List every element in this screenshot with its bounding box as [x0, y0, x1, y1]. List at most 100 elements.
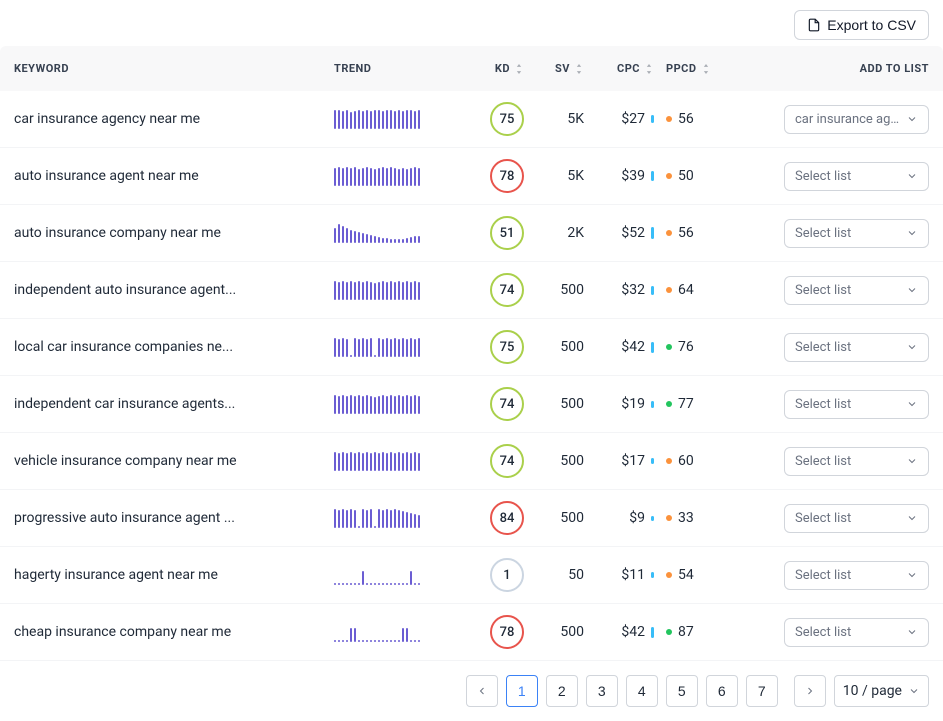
- chevron-right-icon: [804, 685, 816, 697]
- sv-value: 500: [560, 453, 584, 469]
- add-to-list-select[interactable]: Select list: [784, 561, 929, 590]
- col-keyword[interactable]: KEYWORD: [14, 62, 334, 75]
- kd-badge: 78: [490, 159, 524, 193]
- add-to-list-select[interactable]: Select list: [784, 333, 929, 362]
- table-header: KEYWORD TREND KD SV CPC PPCD ADD TO LIST: [0, 46, 943, 91]
- kd-badge: 74: [490, 387, 524, 421]
- sv-value: 5K: [567, 168, 584, 184]
- cpc-value: $9: [629, 510, 645, 526]
- ppcd-value: 64: [678, 282, 694, 298]
- chevron-down-icon: [906, 284, 918, 296]
- add-to-list-select[interactable]: Select list: [784, 447, 929, 476]
- kd-badge: 51: [490, 216, 524, 250]
- col-cpc[interactable]: CPC: [584, 62, 654, 75]
- trend-sparkline: [334, 166, 434, 186]
- file-icon: [807, 18, 821, 32]
- per-page-label: 10 / page: [843, 683, 902, 699]
- add-to-list-label: Select list: [795, 340, 851, 355]
- page-button-6[interactable]: 6: [706, 675, 738, 707]
- add-to-list-select[interactable]: car insurance age…: [784, 105, 929, 134]
- keyword-text[interactable]: progressive auto insurance agent ...: [14, 510, 235, 526]
- ppcd-dot: [666, 629, 672, 635]
- sort-icon: [514, 64, 524, 74]
- page-button-5[interactable]: 5: [666, 675, 698, 707]
- page-next-button[interactable]: [794, 675, 826, 707]
- page-prev-button[interactable]: [466, 675, 498, 707]
- add-to-list-select[interactable]: Select list: [784, 618, 929, 647]
- table-row: independent auto insurance agent...74500…: [0, 262, 943, 319]
- export-csv-button[interactable]: Export to CSV: [794, 10, 929, 40]
- cpc-value: $39: [621, 168, 645, 184]
- ppcd-dot: [666, 401, 672, 407]
- col-sv[interactable]: SV: [524, 62, 584, 75]
- sort-icon: [574, 64, 584, 74]
- ppcd-value: 60: [678, 453, 694, 469]
- page-button-4[interactable]: 4: [626, 675, 658, 707]
- keyword-text[interactable]: independent auto insurance agent...: [14, 282, 236, 298]
- add-to-list-select[interactable]: Select list: [784, 219, 929, 248]
- chevron-down-icon: [906, 455, 918, 467]
- ppcd-dot: [666, 116, 672, 122]
- keyword-text[interactable]: vehicle insurance company near me: [14, 453, 237, 469]
- chevron-down-icon: [906, 512, 918, 524]
- trend-sparkline: [334, 109, 434, 129]
- col-trend: TREND: [334, 62, 454, 75]
- trend-sparkline: [334, 565, 434, 585]
- table-row: auto insurance agent near me 78 5K $39 50 Sel…: [0, 148, 943, 205]
- col-ppcd[interactable]: PPCD: [654, 62, 744, 75]
- keyword-text[interactable]: local car insurance companies ne...: [14, 339, 233, 355]
- add-to-list-label: Select list: [795, 454, 851, 469]
- ppcd-dot: [666, 515, 672, 521]
- keyword-text[interactable]: independent car insurance agents...: [14, 396, 235, 412]
- cpc-value: $42: [621, 339, 645, 355]
- ppcd-dot: [666, 230, 672, 236]
- kd-badge: 84: [490, 501, 524, 535]
- chevron-down-icon: [906, 113, 918, 125]
- trend-sparkline: [334, 337, 434, 357]
- page-button-2[interactable]: 2: [546, 675, 578, 707]
- trend-sparkline: [334, 394, 434, 414]
- page-button-3[interactable]: 3: [586, 675, 618, 707]
- keyword-table: KEYWORD TREND KD SV CPC PPCD ADD TO LIST…: [0, 46, 943, 661]
- add-to-list-label: Select list: [795, 625, 851, 640]
- sv-value: 500: [560, 339, 584, 355]
- add-to-list-label: Select list: [795, 169, 851, 184]
- kd-badge: 74: [490, 273, 524, 307]
- kd-badge: 78: [490, 615, 524, 649]
- kd-badge: 75: [490, 330, 524, 364]
- ppcd-value: 76: [678, 339, 694, 355]
- trend-sparkline: [334, 451, 434, 471]
- ppcd-value: 50: [678, 168, 694, 184]
- cpc-value: $17: [621, 453, 645, 469]
- add-to-list-select[interactable]: Select list: [784, 504, 929, 533]
- keyword-text[interactable]: cheap insurance company near me: [14, 624, 231, 640]
- ppcd-value: 77: [678, 396, 694, 412]
- table-row: auto insurance company near me512K$5256S…: [0, 205, 943, 262]
- sv-value: 2K: [567, 225, 584, 241]
- chevron-down-icon: [908, 685, 920, 697]
- ppcd-value: 56: [678, 111, 694, 127]
- table-row: cheap insurance company near me78500$428…: [0, 604, 943, 661]
- page-button-1[interactable]: 1: [506, 675, 538, 707]
- keyword-text[interactable]: auto insurance company near me: [14, 225, 221, 241]
- table-row: hagerty insurance agent near me150$1154S…: [0, 547, 943, 604]
- sort-icon: [644, 64, 654, 74]
- export-csv-label: Export to CSV: [827, 17, 916, 33]
- chevron-down-icon: [906, 170, 918, 182]
- pagination: 1234567 10 / page: [0, 661, 943, 721]
- per-page-select[interactable]: 10 / page: [834, 675, 929, 707]
- page-button-7[interactable]: 7: [746, 675, 778, 707]
- add-to-list-select[interactable]: Select list: [784, 390, 929, 419]
- keyword-text[interactable]: car insurance agency near me: [14, 111, 200, 127]
- ppcd-value: 56: [678, 225, 694, 241]
- add-to-list-select[interactable]: Select list: [784, 276, 929, 305]
- kd-badge: 1: [490, 558, 524, 592]
- add-to-list-label: Select list: [795, 568, 851, 583]
- chevron-down-icon: [906, 341, 918, 353]
- chevron-down-icon: [906, 398, 918, 410]
- add-to-list-select[interactable]: Select list: [784, 162, 929, 191]
- keyword-text[interactable]: auto insurance agent near me: [14, 168, 199, 184]
- col-kd[interactable]: KD: [454, 62, 524, 75]
- chevron-down-icon: [906, 227, 918, 239]
- sv-value: 5K: [567, 111, 584, 127]
